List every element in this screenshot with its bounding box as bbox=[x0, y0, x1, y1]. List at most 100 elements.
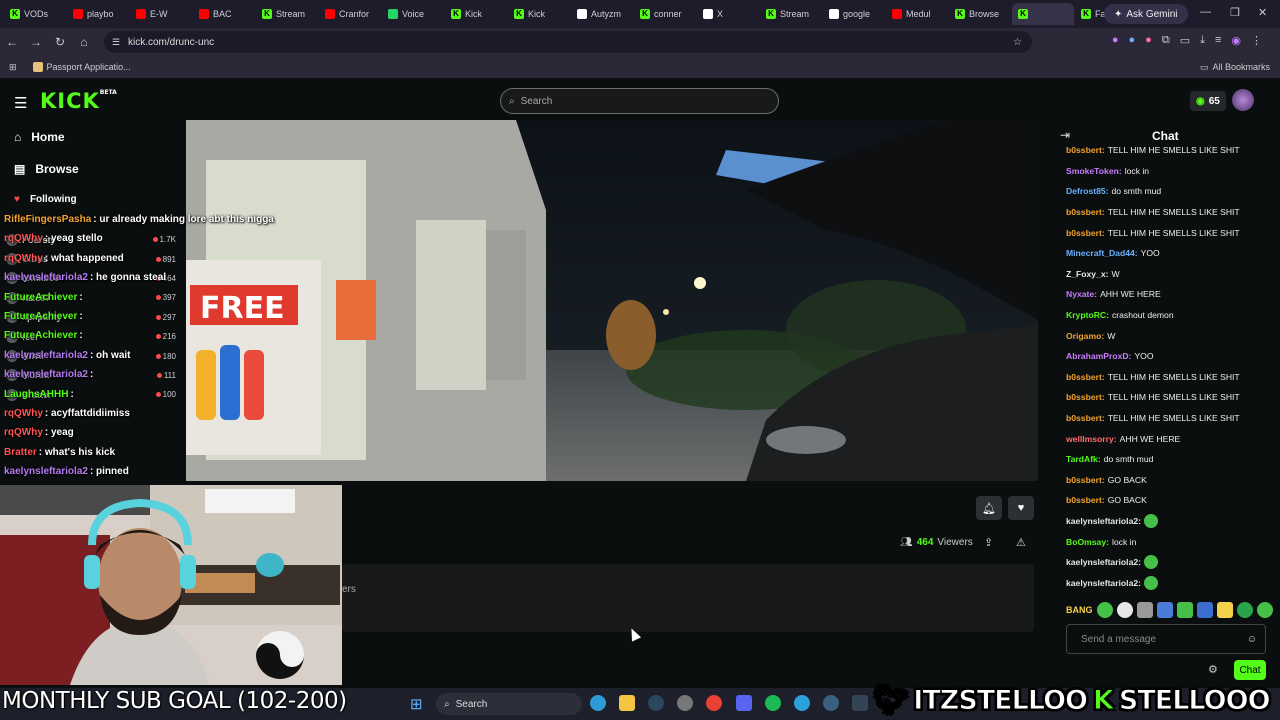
site-info-icon[interactable]: ☰ bbox=[112, 37, 120, 48]
kick-logo[interactable]: KICKBETA bbox=[40, 89, 117, 113]
browser-tab[interactable]: google bbox=[823, 3, 885, 25]
chat-message[interactable]: b0ssbert: TELL HIM HE SMELLS LIKE SHIT bbox=[1066, 387, 1276, 408]
steam-icon[interactable] bbox=[648, 695, 664, 711]
kick-points-button[interactable]: ◉ 65 bbox=[1190, 91, 1226, 111]
chat-username[interactable]: b0ssbert: bbox=[1066, 207, 1105, 217]
chat-username[interactable]: Nyxate: bbox=[1066, 289, 1097, 299]
nav-following[interactable]: ♥ Following bbox=[14, 194, 77, 205]
kebab-menu-icon[interactable]: ⋮ bbox=[1251, 34, 1262, 47]
spotify-icon[interactable] bbox=[765, 695, 781, 711]
chat-username[interactable]: SmokeToken: bbox=[1066, 166, 1122, 176]
apps-grid-icon[interactable]: ⊞ bbox=[9, 62, 17, 73]
profile-icon[interactable]: ◉ bbox=[1231, 34, 1241, 47]
extension-icon[interactable]: ● bbox=[1112, 34, 1119, 47]
minimize-button[interactable]: — bbox=[1200, 6, 1211, 18]
chat-username[interactable]: b0ssbert: bbox=[1066, 228, 1105, 238]
chat-settings-gear-icon[interactable]: ⚙ bbox=[1208, 663, 1218, 676]
chat-username[interactable]: Z_Foxy_x: bbox=[1066, 269, 1109, 279]
emote-icon[interactable] bbox=[1216, 602, 1233, 618]
menu-hamburger-icon[interactable]: ☰ bbox=[14, 94, 27, 112]
puzzle-icon[interactable]: ⧉ bbox=[1162, 34, 1170, 47]
chat-message[interactable]: kaelynsleftariola2: bbox=[1066, 511, 1276, 532]
chat-message[interactable]: SmokeToken: lock in bbox=[1066, 161, 1276, 182]
chat-send-button[interactable]: Chat bbox=[1234, 660, 1266, 680]
chat-message[interactable]: b0ssbert: TELL HIM HE SMELLS LIKE SHIT bbox=[1066, 222, 1276, 243]
url-bar[interactable]: ☰ kick.com/drunc-unc ☆ bbox=[104, 31, 1032, 53]
browser-tab[interactable]: E-W bbox=[130, 3, 192, 25]
chat-message[interactable]: AbrahamProxD: YOO bbox=[1066, 346, 1276, 367]
chat-message[interactable]: wellImsorry: AHH WE HERE bbox=[1066, 428, 1276, 449]
chat-message[interactable]: Z_Foxy_x: W bbox=[1066, 264, 1276, 285]
chat-message[interactable]: Origamo: W bbox=[1066, 325, 1276, 346]
user-avatar[interactable] bbox=[1232, 89, 1254, 111]
emote-icon[interactable] bbox=[1136, 602, 1153, 618]
browser-tab[interactable]: BAC bbox=[193, 3, 255, 25]
chrome-icon[interactable] bbox=[706, 695, 722, 711]
chat-message[interactable]: kaelynsleftariola2: bbox=[1066, 552, 1276, 573]
chat-username[interactable]: Origamo: bbox=[1066, 331, 1104, 341]
chat-message[interactable]: b0ssbert: TELL HIM HE SMELLS LIKE SHIT bbox=[1066, 367, 1276, 388]
chat-username[interactable]: b0ssbert: bbox=[1066, 413, 1105, 423]
forward-button[interactable]: → bbox=[24, 35, 48, 49]
extension-icon[interactable]: ● bbox=[1145, 34, 1152, 47]
browser-tab[interactable]: K Browse bbox=[949, 3, 1011, 25]
emote-icon[interactable] bbox=[1236, 602, 1253, 618]
home-button[interactable]: ⌂ bbox=[72, 35, 96, 49]
chat-message[interactable]: b0ssbert: TELL HIM HE SMELLS LIKE SHIT bbox=[1066, 140, 1276, 161]
chat-message[interactable]: KryptoRC: crashout demon bbox=[1066, 305, 1276, 326]
browser-tab[interactable]: X bbox=[697, 3, 759, 25]
browser-tab[interactable]: K Kick bbox=[508, 3, 570, 25]
browser-tab[interactable]: Voice bbox=[382, 3, 444, 25]
chat-username[interactable]: BoOmsay: bbox=[1066, 537, 1109, 547]
browser-tab[interactable]: K Stream bbox=[256, 3, 318, 25]
ask-gemini-button[interactable]: ✦ Ask Gemini bbox=[1104, 4, 1188, 24]
notification-bell-button[interactable]: 🔔︎ bbox=[976, 496, 1002, 520]
discord-icon[interactable] bbox=[736, 695, 752, 711]
menu-icon[interactable]: ≡ bbox=[1215, 34, 1221, 47]
browser-tab[interactable]: Cranfor bbox=[319, 3, 381, 25]
chat-message[interactable]: Minecraft_Dad44: YOO bbox=[1066, 243, 1276, 264]
bookmark-star-icon[interactable]: ☆ bbox=[1013, 37, 1022, 48]
browser-tab[interactable]: Kconner bbox=[634, 3, 696, 25]
bookmark-item[interactable]: Passport Applicatio... bbox=[32, 62, 131, 72]
chat-message[interactable]: Defrost85: do smth mud bbox=[1066, 181, 1276, 202]
nav-home[interactable]: ⌂ Home bbox=[14, 130, 65, 144]
app-icon[interactable] bbox=[677, 695, 693, 711]
emoji-picker-icon[interactable]: ☺ bbox=[1247, 634, 1257, 645]
close-window-button[interactable]: ✕ bbox=[1258, 6, 1267, 19]
browser-tab[interactable]: K Stream bbox=[760, 3, 822, 25]
follow-heart-button[interactable]: ♥ bbox=[1008, 496, 1034, 520]
browser-tab[interactable]: K Kick bbox=[445, 3, 507, 25]
share-icon[interactable]: ⇪ bbox=[984, 536, 993, 549]
browser-tab[interactable]: K bbox=[1012, 3, 1074, 25]
sidepanel-icon[interactable]: ▭ bbox=[1180, 34, 1190, 47]
telegram-icon[interactable] bbox=[794, 695, 810, 711]
chat-username[interactable]: Defrost85: bbox=[1066, 186, 1109, 196]
report-icon[interactable]: ⚠ bbox=[1016, 536, 1026, 549]
chat-username[interactable]: kaelynsleftariola2: bbox=[1066, 557, 1141, 567]
emote-icon[interactable] bbox=[1096, 602, 1113, 618]
file-explorer-icon[interactable] bbox=[619, 695, 635, 711]
chat-username[interactable]: Minecraft_Dad44: bbox=[1066, 248, 1138, 258]
emote-icon[interactable] bbox=[1256, 602, 1273, 618]
browser-tab[interactable]: K VODs bbox=[4, 3, 66, 25]
chat-message[interactable]: Nyxate: AHH WE HERE bbox=[1066, 284, 1276, 305]
app-icon[interactable] bbox=[852, 695, 868, 711]
steam-icon[interactable] bbox=[823, 695, 839, 711]
chat-username[interactable]: KryptoRC: bbox=[1066, 310, 1109, 320]
chat-message[interactable]: kaelynsleftariola2: bbox=[1066, 572, 1276, 593]
chat-message-input[interactable]: Send a message ☺ bbox=[1066, 624, 1266, 654]
nav-browse[interactable]: ▤ Browse bbox=[14, 162, 79, 176]
chat-username[interactable]: AbrahamProxD: bbox=[1066, 351, 1131, 361]
back-button[interactable]: ← bbox=[0, 35, 24, 49]
windows-start-icon[interactable]: ⊞ bbox=[410, 695, 423, 713]
chat-message[interactable]: b0ssbert: TELL HIM HE SMELLS LIKE SHIT bbox=[1066, 408, 1276, 429]
chat-username[interactable]: kaelynsleftariola2: bbox=[1066, 578, 1141, 588]
chat-username[interactable]: b0ssbert: bbox=[1066, 392, 1105, 402]
chat-username[interactable]: TardAfk: bbox=[1066, 454, 1101, 464]
chat-message[interactable]: b0ssbert: TELL HIM HE SMELLS LIKE SHIT bbox=[1066, 202, 1276, 223]
taskbar-search[interactable]: ⌕ Search bbox=[436, 693, 582, 715]
chat-message[interactable]: b0ssbert: GO BACK bbox=[1066, 490, 1276, 511]
search-input[interactable]: ⌕ Search bbox=[500, 88, 779, 114]
chat-username[interactable]: wellImsorry: bbox=[1066, 434, 1117, 444]
